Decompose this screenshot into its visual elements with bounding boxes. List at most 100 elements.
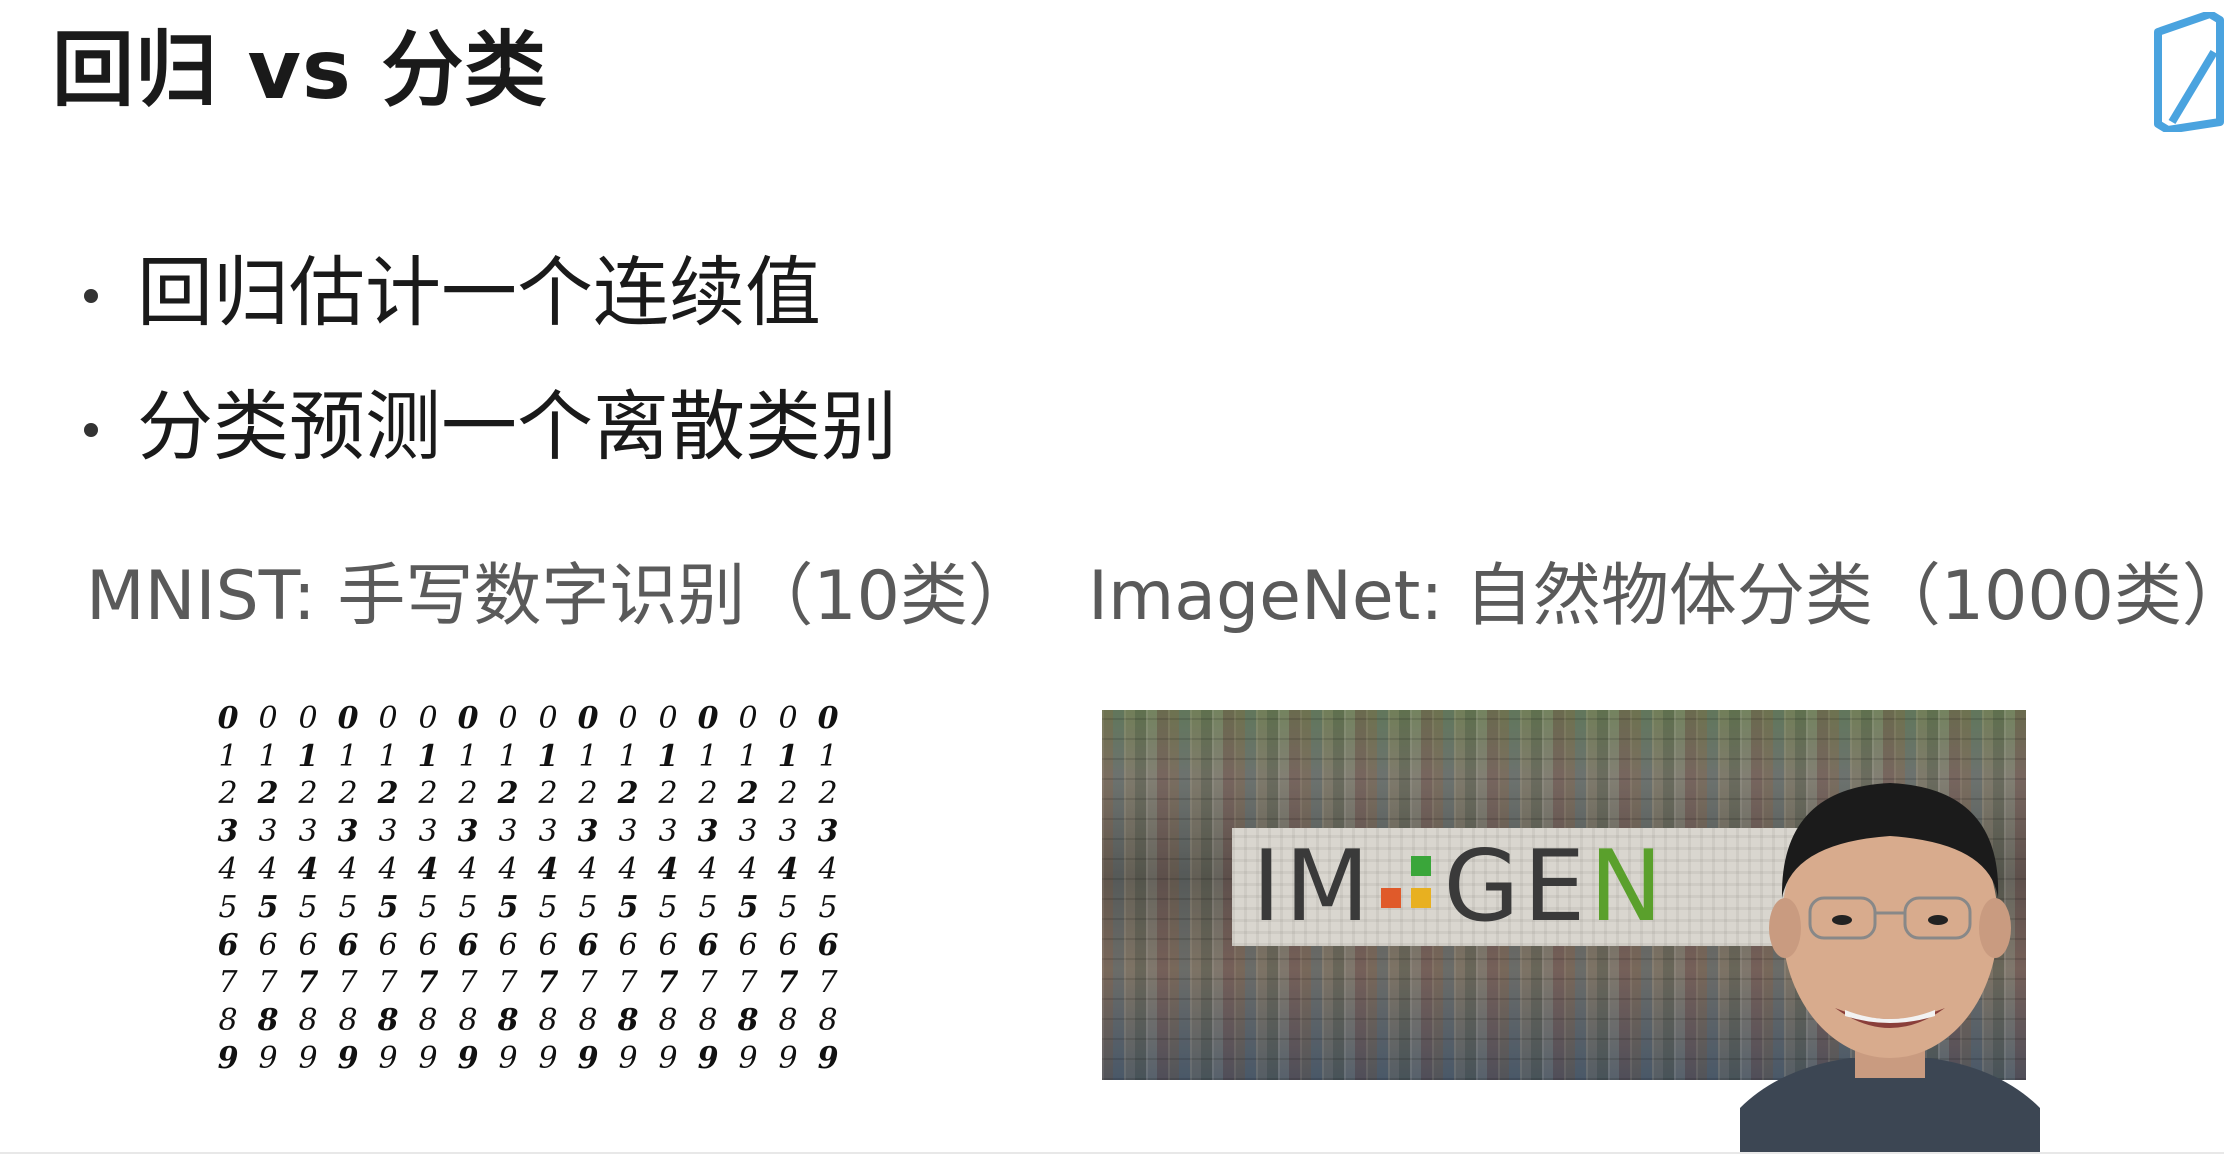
mnist-digit: 7 [618, 965, 638, 1001]
mnist-digit: 2 [338, 776, 358, 812]
mnist-digit: 2 [257, 776, 279, 812]
mnist-digit: 9 [337, 1041, 359, 1077]
mnist-digit: 3 [498, 814, 518, 850]
mnist-digit: 9 [258, 1041, 278, 1077]
mnist-digit: 2 [658, 776, 678, 812]
mnist-digit: 0 [577, 700, 599, 736]
mnist-digit: 4 [297, 852, 319, 888]
mnist-digit: 6 [618, 927, 638, 963]
mnist-digit: 8 [538, 1003, 558, 1039]
mnist-digit: 6 [658, 927, 678, 963]
mnist-row: 9999999999999999 [208, 1040, 848, 1078]
mnist-digit: 8 [418, 1003, 438, 1039]
mnist-digit: 3 [697, 814, 719, 850]
mnist-digit: 9 [457, 1041, 479, 1077]
mnist-digit: 2 [538, 776, 558, 812]
mnist-row: 3333333333333333 [208, 813, 848, 851]
mnist-digit: 9 [298, 1041, 318, 1077]
mnist-digit: 0 [457, 700, 479, 736]
mnist-digit: 1 [618, 738, 638, 774]
bullet-text: 回归估计一个连续值 [137, 248, 821, 337]
mnist-digit: 9 [217, 1041, 239, 1077]
mnist-digit: 8 [617, 1003, 639, 1039]
mnist-digit: 1 [657, 738, 679, 774]
mnist-digit: 3 [298, 814, 318, 850]
mnist-digit: 8 [778, 1003, 798, 1039]
mnist-digit: 0 [697, 700, 719, 736]
mnist-digit: 5 [338, 889, 358, 925]
mnist-digit: 4 [777, 852, 799, 888]
mnist-digit: 0 [658, 700, 678, 736]
mnist-digit: 3 [538, 814, 558, 850]
mnist-digit: 7 [698, 965, 718, 1001]
mnist-digit: 0 [618, 700, 638, 736]
mnist-digit: 1 [258, 738, 278, 774]
mnist-digit: 8 [257, 1003, 279, 1039]
mnist-digit: 1 [738, 738, 758, 774]
mnist-digit: 6 [577, 927, 599, 963]
mnist-digit: 9 [498, 1041, 518, 1077]
mnist-digit: 8 [698, 1003, 718, 1039]
mnist-digit: 4 [818, 852, 838, 888]
presenter-webcam-figure [1740, 783, 2040, 1154]
logo-dot-yellow [1411, 888, 1432, 908]
mnist-digit: 4 [458, 852, 478, 888]
mnist-digit: 2 [458, 776, 478, 812]
mnist-digit: 4 [657, 852, 679, 888]
mnist-digit: 0 [337, 700, 359, 736]
imagenet-logo-dots [1373, 840, 1443, 920]
mnist-digit: 5 [458, 889, 478, 925]
mnist-digit: 7 [818, 965, 838, 1001]
mnist-digit: 6 [337, 927, 359, 963]
mnist-digit: 2 [818, 776, 838, 812]
mnist-row: 6666666666666666 [208, 927, 848, 965]
mnist-digit: 5 [218, 889, 238, 925]
mnist-digit: 5 [818, 889, 838, 925]
mnist-digit: 7 [578, 965, 598, 1001]
mnist-digit: 1 [537, 738, 559, 774]
bullet-dot [84, 289, 98, 303]
mnist-digit: 9 [538, 1041, 558, 1077]
d2l-logo-icon [2154, 12, 2224, 132]
mnist-digit: 4 [338, 852, 358, 888]
mnist-digit: 1 [378, 738, 398, 774]
mnist-digit: 5 [737, 889, 759, 925]
mnist-digit: 1 [417, 738, 439, 774]
mnist-digit: 7 [258, 965, 278, 1001]
mnist-digit: 2 [377, 776, 399, 812]
mnist-digit: 7 [378, 965, 398, 1001]
mnist-digit: 3 [658, 814, 678, 850]
imagenet-logo-prefix: IM [1252, 830, 1374, 944]
mnist-digit: 7 [777, 965, 799, 1001]
imagenet-logo-n: N [1589, 830, 1667, 944]
mnist-digit: 3 [577, 814, 599, 850]
mnist-digit: 9 [817, 1041, 839, 1077]
mnist-digit: 7 [738, 965, 758, 1001]
mnist-digit: 9 [697, 1041, 719, 1077]
mnist-digit: 5 [658, 889, 678, 925]
mnist-digit: 6 [778, 927, 798, 963]
mnist-digit: 4 [417, 852, 439, 888]
mnist-digit: 4 [738, 852, 758, 888]
bullet-text: 分类预测一个离散类别 [137, 382, 897, 471]
mnist-digit: 7 [417, 965, 439, 1001]
mnist-digit: 1 [777, 738, 799, 774]
mnist-digit: 2 [698, 776, 718, 812]
mnist-digit: 1 [297, 738, 319, 774]
mnist-digit: 0 [418, 700, 438, 736]
mnist-row: 5555555555555555 [208, 889, 848, 927]
mnist-digit: 2 [778, 776, 798, 812]
logo-dot-green [1411, 856, 1432, 876]
mnist-row: 7777777777777777 [208, 965, 848, 1003]
mnist-digit: 3 [378, 814, 398, 850]
mnist-digit: 5 [778, 889, 798, 925]
imagenet-caption: ImageNet: 自然物体分类（1000类） [1088, 557, 2224, 636]
bullet-dot [84, 423, 98, 437]
mnist-digit: 7 [537, 965, 559, 1001]
mnist-digit: 5 [578, 889, 598, 925]
mnist-digit: 8 [658, 1003, 678, 1039]
imagenet-logo-middle: GE [1443, 830, 1590, 944]
mnist-digit: 9 [577, 1041, 599, 1077]
mnist-digit-grid: 0000000000000000 1111111111111111 222222… [208, 700, 848, 1078]
mnist-digit: 7 [458, 965, 478, 1001]
